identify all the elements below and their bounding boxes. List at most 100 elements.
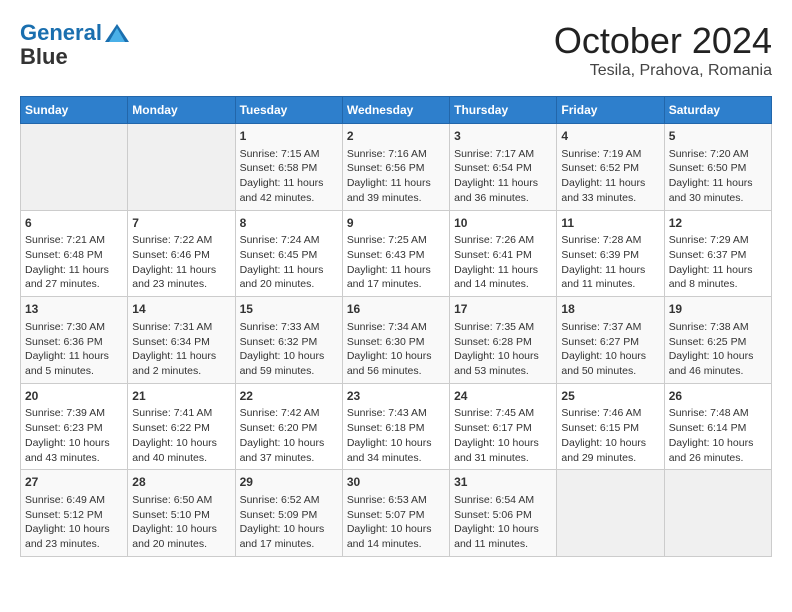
calendar-body: 1Sunrise: 7:15 AMSunset: 6:58 PMDaylight… (21, 124, 772, 557)
sunrise-label: Sunrise: 6:54 AM (454, 494, 534, 506)
daylight-label: Daylight: 11 hours and 11 minutes. (561, 264, 645, 291)
sunrise-label: Sunrise: 7:15 AM (240, 148, 320, 160)
daylight-label: Daylight: 10 hours and 14 minutes. (347, 523, 432, 550)
calendar-cell: 19Sunrise: 7:38 AMSunset: 6:25 PMDayligh… (664, 297, 771, 384)
day-number: 17 (454, 301, 552, 318)
daylight-label: Daylight: 11 hours and 27 minutes. (25, 264, 109, 291)
calendar-cell: 20Sunrise: 7:39 AMSunset: 6:23 PMDayligh… (21, 383, 128, 470)
calendar-cell: 6Sunrise: 7:21 AMSunset: 6:48 PMDaylight… (21, 210, 128, 297)
sunset-label: Sunset: 6:54 PM (454, 162, 532, 174)
header-day-sunday: Sunday (21, 97, 128, 124)
sunset-label: Sunset: 6:45 PM (240, 249, 318, 261)
daylight-label: Daylight: 11 hours and 5 minutes. (25, 350, 109, 377)
calendar-cell: 17Sunrise: 7:35 AMSunset: 6:28 PMDayligh… (450, 297, 557, 384)
cell-content: Sunrise: 7:33 AMSunset: 6:32 PMDaylight:… (240, 320, 338, 379)
day-number: 1 (240, 128, 338, 145)
sunset-label: Sunset: 6:18 PM (347, 422, 425, 434)
calendar-cell: 15Sunrise: 7:33 AMSunset: 6:32 PMDayligh… (235, 297, 342, 384)
cell-content: Sunrise: 7:21 AMSunset: 6:48 PMDaylight:… (25, 233, 123, 292)
calendar-cell: 12Sunrise: 7:29 AMSunset: 6:37 PMDayligh… (664, 210, 771, 297)
calendar-cell: 23Sunrise: 7:43 AMSunset: 6:18 PMDayligh… (342, 383, 449, 470)
calendar-cell: 21Sunrise: 7:41 AMSunset: 6:22 PMDayligh… (128, 383, 235, 470)
cell-content: Sunrise: 7:43 AMSunset: 6:18 PMDaylight:… (347, 406, 445, 465)
sunset-label: Sunset: 6:20 PM (240, 422, 318, 434)
calendar-week-4: 20Sunrise: 7:39 AMSunset: 6:23 PMDayligh… (21, 383, 772, 470)
sunset-label: Sunset: 6:41 PM (454, 249, 532, 261)
daylight-label: Daylight: 10 hours and 59 minutes. (240, 350, 325, 377)
cell-content: Sunrise: 7:48 AMSunset: 6:14 PMDaylight:… (669, 406, 767, 465)
daylight-label: Daylight: 11 hours and 8 minutes. (669, 264, 753, 291)
header-day-friday: Friday (557, 97, 664, 124)
sunrise-label: Sunrise: 7:22 AM (132, 234, 212, 246)
day-number: 2 (347, 128, 445, 145)
daylight-label: Daylight: 10 hours and 37 minutes. (240, 437, 325, 464)
daylight-label: Daylight: 10 hours and 23 minutes. (25, 523, 110, 550)
cell-content: Sunrise: 7:19 AMSunset: 6:52 PMDaylight:… (561, 147, 659, 206)
calendar-cell: 2Sunrise: 7:16 AMSunset: 6:56 PMDaylight… (342, 124, 449, 211)
sunset-label: Sunset: 6:43 PM (347, 249, 425, 261)
day-number: 24 (454, 388, 552, 405)
daylight-label: Daylight: 11 hours and 33 minutes. (561, 177, 645, 204)
sunrise-label: Sunrise: 7:43 AM (347, 407, 427, 419)
day-number: 23 (347, 388, 445, 405)
calendar-cell: 28Sunrise: 6:50 AMSunset: 5:10 PMDayligh… (128, 470, 235, 557)
sunset-label: Sunset: 6:14 PM (669, 422, 747, 434)
calendar-week-5: 27Sunrise: 6:49 AMSunset: 5:12 PMDayligh… (21, 470, 772, 557)
sunrise-label: Sunrise: 7:46 AM (561, 407, 641, 419)
sunrise-label: Sunrise: 7:21 AM (25, 234, 105, 246)
sunset-label: Sunset: 6:28 PM (454, 336, 532, 348)
calendar-cell: 3Sunrise: 7:17 AMSunset: 6:54 PMDaylight… (450, 124, 557, 211)
sunrise-label: Sunrise: 6:52 AM (240, 494, 320, 506)
sunset-label: Sunset: 6:37 PM (669, 249, 747, 261)
calendar-cell: 16Sunrise: 7:34 AMSunset: 6:30 PMDayligh… (342, 297, 449, 384)
sunrise-label: Sunrise: 7:39 AM (25, 407, 105, 419)
month-title: October 2024 (554, 20, 772, 62)
calendar-cell (21, 124, 128, 211)
daylight-label: Daylight: 10 hours and 26 minutes. (669, 437, 754, 464)
cell-content: Sunrise: 6:54 AMSunset: 5:06 PMDaylight:… (454, 493, 552, 552)
day-number: 25 (561, 388, 659, 405)
sunset-label: Sunset: 6:22 PM (132, 422, 210, 434)
day-number: 20 (25, 388, 123, 405)
header-day-monday: Monday (128, 97, 235, 124)
day-number: 19 (669, 301, 767, 318)
sunset-label: Sunset: 6:39 PM (561, 249, 639, 261)
sunrise-label: Sunrise: 7:31 AM (132, 321, 212, 333)
cell-content: Sunrise: 7:37 AMSunset: 6:27 PMDaylight:… (561, 320, 659, 379)
daylight-label: Daylight: 11 hours and 39 minutes. (347, 177, 431, 204)
sunset-label: Sunset: 6:25 PM (669, 336, 747, 348)
cell-content: Sunrise: 7:26 AMSunset: 6:41 PMDaylight:… (454, 233, 552, 292)
calendar-cell: 7Sunrise: 7:22 AMSunset: 6:46 PMDaylight… (128, 210, 235, 297)
daylight-label: Daylight: 10 hours and 50 minutes. (561, 350, 646, 377)
cell-content: Sunrise: 7:46 AMSunset: 6:15 PMDaylight:… (561, 406, 659, 465)
calendar-cell: 13 Sunrise: 7:30 AMSunset: 6:36 PMDayligh… (21, 297, 128, 384)
daylight-label: Daylight: 10 hours and 40 minutes. (132, 437, 217, 464)
day-number: 12 (669, 215, 767, 232)
cell-content: Sunrise: 7:42 AMSunset: 6:20 PMDaylight:… (240, 406, 338, 465)
day-number: 21 (132, 388, 230, 405)
sunrise-label: Sunrise: 7:33 AM (240, 321, 320, 333)
cell-content: Sunrise: 7:20 AMSunset: 6:50 PMDaylight:… (669, 147, 767, 206)
cell-content: Sunrise: 7:25 AMSunset: 6:43 PMDaylight:… (347, 233, 445, 292)
sunset-label: Sunset: 5:06 PM (454, 509, 532, 521)
daylight-label: Daylight: 10 hours and 43 minutes. (25, 437, 110, 464)
cell-content: Sunrise: 6:52 AMSunset: 5:09 PMDaylight:… (240, 493, 338, 552)
sunrise-label: Sunrise: 6:49 AM (25, 494, 105, 506)
sunset-label: Sunset: 5:07 PM (347, 509, 425, 521)
daylight-label: Daylight: 10 hours and 20 minutes. (132, 523, 217, 550)
calendar-cell (128, 124, 235, 211)
daylight-label: Daylight: 11 hours and 36 minutes. (454, 177, 538, 204)
title-block: October 2024 Tesila, Prahova, Romania (554, 20, 772, 80)
sunrise-label: Sunrise: 7:34 AM (347, 321, 427, 333)
sunset-label: Sunset: 6:34 PM (132, 336, 210, 348)
calendar-cell: 1Sunrise: 7:15 AMSunset: 6:58 PMDaylight… (235, 124, 342, 211)
calendar-table: SundayMondayTuesdayWednesdayThursdayFrid… (20, 96, 772, 557)
sunset-label: Sunset: 6:56 PM (347, 162, 425, 174)
day-number: 14 (132, 301, 230, 318)
calendar-cell: 14Sunrise: 7:31 AMSunset: 6:34 PMDayligh… (128, 297, 235, 384)
cell-content: Sunrise: 7:30 AMSunset: 6:36 PMDaylight:… (25, 320, 123, 379)
logo-icon (103, 20, 131, 48)
sunset-label: Sunset: 5:09 PM (240, 509, 318, 521)
day-number: 13 (25, 301, 123, 318)
calendar-cell: 22Sunrise: 7:42 AMSunset: 6:20 PMDayligh… (235, 383, 342, 470)
